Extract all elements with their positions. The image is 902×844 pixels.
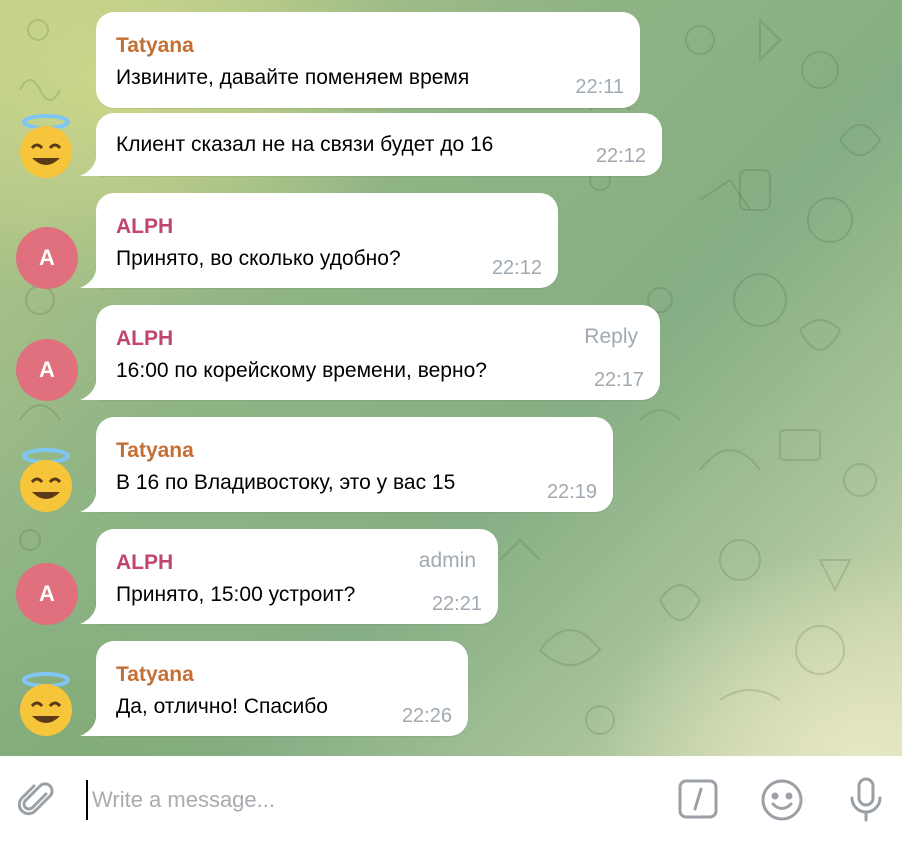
message-bubble[interactable]: Tatyana В 16 по Владивостоку, это у вас … bbox=[96, 417, 613, 512]
slash-commands-icon[interactable] bbox=[677, 778, 719, 820]
message-time: 22:19 bbox=[546, 481, 597, 503]
reply-badge[interactable]: Reply bbox=[584, 325, 638, 349]
bubble-tail bbox=[80, 382, 102, 400]
message-bubble[interactable]: Tatyana Извините, давайте поменяем время… bbox=[96, 12, 640, 108]
bubble-tail bbox=[80, 606, 102, 624]
message-time: 22:26 bbox=[401, 705, 452, 727]
message-text: 16:00 по корейскому времени, верно? bbox=[116, 359, 487, 382]
sender-name[interactable]: Tatyana bbox=[116, 34, 194, 58]
smiling-halo-emoji-avatar[interactable] bbox=[12, 446, 80, 514]
message-text: В 16 по Владивостоку, это у вас 15 bbox=[116, 471, 456, 494]
admin-badge: admin bbox=[418, 549, 476, 572]
message-bubble[interactable]: ALPH admin Принято, 15:00 устроит? 22:21 bbox=[96, 529, 498, 624]
message-text: Извините, давайте поменяем время bbox=[116, 66, 470, 89]
message-text: Клиент сказал не на связи будет до 16 bbox=[116, 133, 494, 156]
message-bubble[interactable]: Клиент сказал не на связи будет до 16 22… bbox=[96, 113, 662, 176]
message-time: 22:12 bbox=[491, 257, 542, 279]
sender-name[interactable]: ALPH bbox=[116, 551, 173, 575]
message-text: Да, отлично! Спасибо bbox=[116, 695, 328, 718]
message-time: 22:17 bbox=[593, 369, 644, 391]
message-text: Принято, 15:00 устроит? bbox=[116, 583, 356, 606]
user-avatar[interactable]: A bbox=[16, 563, 78, 625]
message-time: 22:11 bbox=[575, 76, 624, 98]
sender-name[interactable]: ALPH bbox=[116, 215, 173, 239]
message-bubble[interactable]: ALPH Принято, во сколько удобно? 22:12 bbox=[96, 193, 558, 288]
message-time: 22:12 bbox=[595, 145, 646, 167]
smiling-halo-emoji-avatar[interactable] bbox=[12, 112, 80, 180]
microphone-icon[interactable] bbox=[846, 776, 886, 824]
message-input[interactable] bbox=[86, 780, 654, 820]
message-bubble[interactable]: ALPH Reply 16:00 по корейскому времени, … bbox=[96, 305, 660, 400]
bubble-tail bbox=[80, 718, 102, 736]
sender-name[interactable]: ALPH bbox=[116, 327, 173, 351]
message-bubble[interactable]: Tatyana Да, отлично! Спасибо 22:26 bbox=[96, 641, 468, 736]
sender-name[interactable]: Tatyana bbox=[116, 439, 194, 463]
sender-name[interactable]: Tatyana bbox=[116, 663, 194, 687]
paperclip-icon[interactable] bbox=[18, 780, 58, 820]
message-text: Принято, во сколько удобно? bbox=[116, 247, 401, 270]
bubble-tail bbox=[80, 494, 102, 512]
message-time: 22:21 bbox=[431, 593, 482, 615]
smiling-halo-emoji-avatar[interactable] bbox=[12, 670, 80, 738]
bubble-tail bbox=[80, 158, 102, 176]
chat-area: Tatyana Извините, давайте поменяем время… bbox=[0, 0, 902, 756]
emoji-icon[interactable] bbox=[760, 778, 804, 822]
user-avatar[interactable]: A bbox=[16, 339, 78, 401]
bubble-tail bbox=[80, 270, 102, 288]
user-avatar[interactable]: A bbox=[16, 227, 78, 289]
